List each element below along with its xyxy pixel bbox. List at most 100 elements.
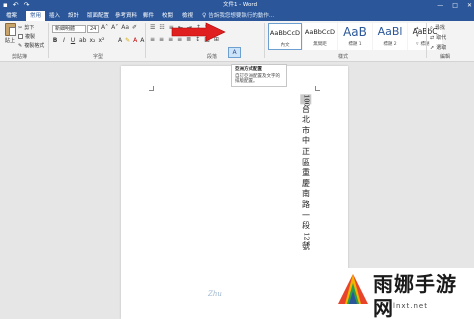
font-group-label: 字型 [93, 54, 104, 60]
numbering-icon[interactable]: ☷ [159, 24, 164, 31]
find-button[interactable]: ⌕ 尋找 [430, 24, 446, 32]
clipboard-icon [4, 23, 16, 36]
strikethrough-icon[interactable]: ab [79, 37, 87, 44]
replace-button[interactable]: ⇄ 取代 [430, 34, 447, 42]
copy-label: 複製 [25, 34, 36, 40]
copy-icon [18, 34, 23, 39]
vertical-address-text[interactable]: 100 台 北 市 中 正 區 重 慶 南 路 一 段 122 號 [300, 94, 312, 253]
cut-label: 剪下 [24, 25, 35, 31]
style-no-spacing[interactable]: AaBbCcD 無間距 [303, 23, 337, 50]
font-color-icon[interactable]: A [133, 37, 137, 44]
address-char: 慶 [302, 178, 310, 188]
close-button[interactable]: ✕ [467, 0, 472, 11]
copy-button[interactable]: 複製 [18, 33, 44, 40]
bullets-icon[interactable]: ☰ [150, 24, 155, 31]
quick-access-toolbar: ▪ ↶ ↷ [3, 1, 30, 10]
styles-scroll[interactable]: ▴ ▾ ▿ [416, 24, 419, 48]
replace-label: 取代 [436, 35, 447, 41]
ribbon-tabs: 檔案 常用 插入 設計 版面配置 參考資料 郵件 校閱 檢視 ♀ 告訴我您想要執行… [0, 11, 474, 21]
maximize-button[interactable]: □ [452, 0, 458, 11]
margin-corner [315, 86, 320, 91]
italic-button[interactable]: I [61, 37, 67, 44]
char-shading-icon[interactable]: A [140, 37, 144, 44]
shrink-font-icon[interactable]: A˅ [111, 24, 118, 31]
tab-design[interactable]: 設計 [64, 11, 83, 21]
address-char: 正 [302, 146, 310, 156]
brush-icon: ✎ [18, 42, 23, 49]
address-char: 南 [302, 189, 310, 199]
scissors-icon: ✂ [18, 24, 23, 31]
cut-button[interactable]: ✂ 剪下 [18, 24, 44, 32]
postal-code: 100 [300, 94, 312, 107]
align-center-icon[interactable]: ≡ [159, 36, 164, 43]
tab-references[interactable]: 參考資料 [111, 11, 141, 21]
ribbon-home: 貼上 ✂ 剪下 複製 ✎ 複製格式 剪貼簿 新細明體 24 A˄ A˅ Aa ✐ B… [0, 21, 474, 62]
style-name: 內文 [280, 43, 290, 48]
change-case-icon[interactable]: Aa [121, 24, 129, 31]
tab-home[interactable]: 常用 [26, 11, 46, 21]
cursor-icon: ➚ [430, 44, 435, 51]
title-bar: ▪ ↶ ↷ 文件1 - Word — □ ✕ [0, 0, 474, 11]
font-size-actions: A˄ A˅ Aa ✐ [101, 24, 137, 31]
clear-format-icon[interactable]: ✐ [132, 24, 137, 31]
save-icon[interactable]: ▪ [3, 1, 8, 10]
style-preview: AaBl [377, 25, 403, 38]
window-title: 文件1 - Word [222, 2, 258, 8]
margin-corner [149, 86, 154, 91]
asian-layout-tooltip: 亞洲方式配置 自訂亞洲配置及文字的 排版配置。 [231, 64, 287, 87]
tooltip-line: 排版配置。 [235, 79, 258, 84]
superscript-icon[interactable]: x² [98, 37, 104, 44]
watermark-logo-icon [338, 274, 368, 304]
tell-me-box[interactable]: ♀ 告訴我您想要執行的動作... [202, 11, 274, 21]
font-name-field[interactable]: 新細明體 [52, 25, 86, 33]
style-heading-2[interactable]: AaBl 標題 2 [373, 23, 407, 50]
style-name: 標題 2 [383, 42, 397, 47]
paragraph-group-label: 段落 [207, 54, 218, 60]
group-divider [264, 23, 265, 58]
redo-icon[interactable]: ↷ [24, 1, 30, 10]
font-size-field[interactable]: 24 [87, 25, 99, 33]
address-char: 中 [302, 136, 310, 146]
highlight-icon[interactable]: ✎ [125, 37, 130, 44]
document-page[interactable]: 100 台 北 市 中 正 區 重 慶 南 路 一 段 122 號 [121, 66, 348, 319]
select-label: 選取 [436, 45, 447, 51]
undo-icon[interactable]: ↶ [13, 1, 19, 10]
tab-insert[interactable]: 插入 [45, 11, 64, 21]
tab-view[interactable]: 檢視 [178, 11, 197, 21]
tooltip-title: 亞洲方式配置 [235, 67, 262, 72]
style-normal[interactable]: AaBbCcD 內文 [268, 23, 302, 50]
replace-icon: ⇄ [430, 34, 435, 41]
group-divider [48, 23, 49, 58]
paste-button[interactable]: 貼上 [3, 23, 17, 49]
font-color-buttons: A ✎ A A [118, 37, 144, 44]
underline-button[interactable]: U [70, 37, 76, 44]
tab-review[interactable]: 校閱 [158, 11, 177, 21]
grow-font-icon[interactable]: A˄ [101, 24, 108, 31]
minimize-button[interactable]: — [437, 0, 443, 11]
clipboard-actions: ✂ 剪下 複製 ✎ 複製格式 [18, 24, 44, 49]
styles-group-label: 樣式 [338, 54, 349, 60]
group-divider [426, 23, 427, 58]
address-char: 段 [302, 221, 310, 231]
address-char: 一 [302, 210, 310, 220]
tab-layout[interactable]: 版面配置 [83, 11, 113, 21]
bold-button[interactable]: B [52, 37, 58, 44]
tell-me-text: 告訴我您想要執行的動作... [208, 13, 275, 19]
format-painter-button[interactable]: ✎ 複製格式 [18, 42, 44, 50]
group-divider [145, 23, 146, 58]
asian-layout-button[interactable]: A [228, 47, 241, 58]
editing-group-label: 編輯 [440, 54, 451, 60]
watermark-url: lnxt.net [393, 302, 428, 310]
tab-mailings[interactable]: 郵件 [139, 11, 158, 21]
subscript-icon[interactable]: x₂ [90, 37, 96, 44]
find-label: 尋找 [434, 25, 445, 31]
search-icon: ⌕ [430, 24, 433, 31]
text-effects-icon[interactable]: A [118, 37, 122, 44]
align-left-icon[interactable]: ≡ [150, 36, 155, 43]
select-button[interactable]: ➚ 選取 [430, 44, 447, 52]
tab-file[interactable]: 檔案 [2, 11, 21, 21]
address-char: 區 [302, 157, 310, 167]
window-controls: — □ ✕ [437, 0, 472, 11]
address-char: 北 [302, 115, 310, 125]
style-heading-1[interactable]: AaB 標題 1 [338, 23, 372, 50]
